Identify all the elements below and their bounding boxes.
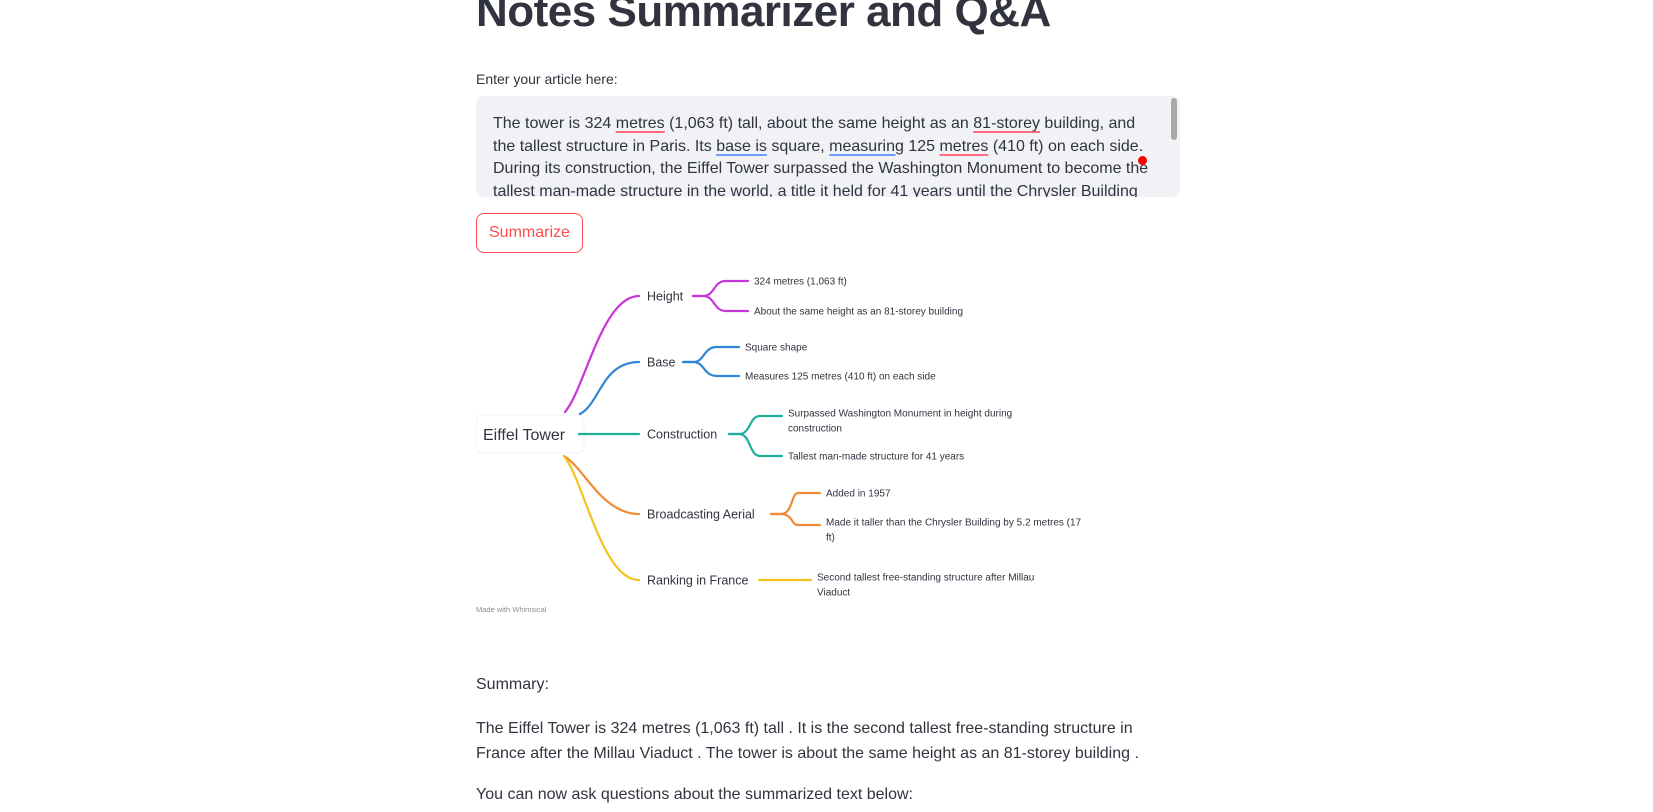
leaf-connector: [727, 414, 784, 436]
leaf-connector: [681, 345, 741, 364]
leaf-label: Surpassed Washington Monument in height …: [788, 409, 1012, 420]
leaf-label: Second tallest free-standing structure a…: [817, 573, 1034, 584]
mind-map: Eiffel Tower Height 324 metres (1,063 ft) A…: [475, 270, 1180, 660]
branch-label: Base: [647, 356, 676, 370]
article-text-segment: metres: [615, 115, 665, 132]
leaf-label: 324 metres (1,063 ft): [754, 277, 847, 288]
summary-label: Summary:: [476, 676, 549, 693]
cursor-indicator: [1138, 156, 1147, 165]
branch-connector: [562, 454, 641, 582]
leaf-label: ft): [826, 533, 835, 544]
leaf-label: Viaduct: [817, 588, 850, 599]
branch-label: Broadcasting Aerial: [647, 508, 755, 522]
leaf-label: Square shape: [745, 343, 808, 354]
article-text-segment: measuring: [829, 137, 904, 155]
summarize-button[interactable]: Summarize: [476, 213, 583, 253]
article-textarea-value[interactable]: The tower is 324 metres (1,063 ft) tall,…: [493, 113, 1153, 197]
branch-connector: [563, 294, 641, 414]
leaf-connector: [769, 512, 822, 527]
leaf-label: construction: [788, 424, 842, 435]
branch-label: Ranking in France: [647, 574, 748, 588]
leaf-label: About the same height as an 81-storey bu…: [754, 307, 963, 318]
root-node-label: Eiffel Tower: [483, 427, 566, 444]
branch-connector: [578, 360, 641, 416]
leaf-connector: [691, 294, 750, 313]
leaf-connector: [769, 491, 822, 516]
branch-connector: [562, 454, 641, 516]
leaf-label: Added in 1957: [826, 489, 891, 500]
leaf-connector: [691, 279, 750, 298]
leaf-connector: [727, 432, 784, 458]
article-text-segment: square,: [766, 137, 830, 155]
mind-map-canvas: Eiffel Tower Height 324 metres (1,063 ft) A…: [475, 277, 1082, 614]
article-text-segment: (1,063 ft) tall, about the same height a…: [664, 115, 974, 132]
article-input-label: Enter your article here:: [476, 71, 618, 87]
leaf-label: Measures 125 metres (410 ft) on each sid…: [745, 372, 936, 383]
article-text-segment: 125: [903, 137, 940, 155]
leaf-connector: [681, 360, 741, 378]
article-text-segment: metres: [939, 137, 989, 155]
textarea-scrollbar[interactable]: [1171, 98, 1177, 140]
page-title: Notes Summarizer and Q&A: [476, 0, 1051, 36]
article-text-segment: The tower is 324: [493, 115, 616, 132]
summary-text: The Eiffel Tower is 324 metres (1,063 ft…: [476, 720, 1139, 762]
qa-prompt: You can now ask questions about the summ…: [476, 786, 913, 803]
app-page: Notes Summarizer and Q&A Enter your arti…: [0, 0, 1653, 812]
article-textarea[interactable]: The tower is 324 metres (1,063 ft) tall,…: [476, 96, 1180, 197]
branch-label: Construction: [647, 428, 717, 442]
leaf-label: Tallest man-made structure for 41 years: [788, 452, 964, 463]
whimsical-watermark: Made with Whimsical: [476, 605, 547, 614]
leaf-label: Made it taller than the Chrysler Buildin…: [826, 518, 1082, 529]
article-text-segment: base is: [716, 137, 767, 155]
branch-label: Height: [647, 290, 684, 304]
article-text-segment: 81-storey: [973, 115, 1040, 132]
